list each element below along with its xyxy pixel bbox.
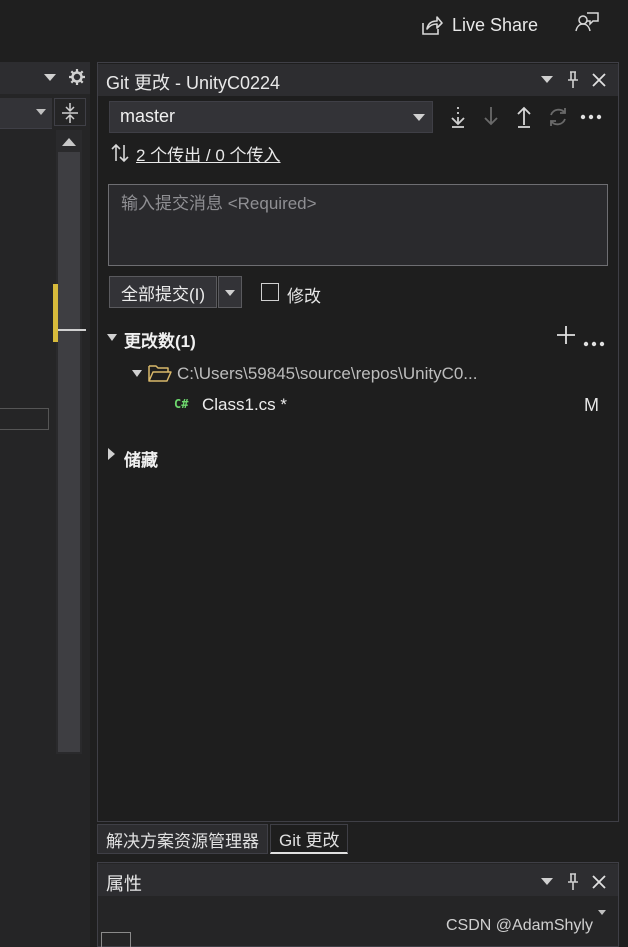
commit-options-dropdown[interactable] — [218, 276, 242, 308]
chevron-down-icon[interactable] — [44, 74, 56, 82]
scroll-change-marker — [53, 284, 58, 342]
tab-git-changes[interactable]: Git 更改 — [270, 824, 349, 854]
sync-button[interactable] — [545, 103, 571, 131]
properties-title: 属性 — [106, 874, 142, 894]
outgoing-incoming-icon — [111, 143, 129, 163]
csharp-file-icon: C# — [174, 397, 189, 411]
stashes-header[interactable]: 储藏 — [124, 446, 158, 471]
pin-button[interactable] — [563, 68, 583, 92]
close-button[interactable] — [589, 68, 609, 92]
more-icon — [580, 114, 602, 120]
scroll-up-icon[interactable] — [62, 137, 76, 146]
repo-folder-path[interactable]: C:\Users\59845\source\repos\UnityC0... — [177, 364, 477, 384]
pin-icon — [568, 71, 578, 88]
git-changes-panel — [97, 62, 619, 822]
properties-toolbar — [101, 932, 195, 947]
sync-status-link[interactable]: 2 个传出 / 0 个传入 — [136, 141, 281, 166]
chevron-down-icon — [413, 114, 425, 121]
pin-icon — [568, 873, 578, 890]
close-icon — [592, 73, 606, 87]
left-pane-dropdown[interactable] — [0, 98, 52, 129]
expand-changes-icon[interactable] — [107, 334, 117, 341]
expand-stashes-icon[interactable] — [108, 448, 115, 460]
panel-menu-button[interactable] — [538, 68, 556, 92]
plus-icon — [557, 326, 575, 344]
tool-window-tabs: 解决方案资源管理器 Git 更改 — [97, 824, 350, 854]
categorized-view-icon[interactable] — [101, 932, 131, 947]
more-icon — [583, 341, 605, 347]
pull-button[interactable] — [478, 103, 504, 131]
expand-folder-icon[interactable] — [132, 370, 142, 377]
changes-header[interactable]: 更改数(1) — [124, 327, 196, 352]
branch-name: master — [120, 106, 176, 126]
left-pane-field[interactable] — [0, 408, 49, 430]
watermark: CSDN @AdamShyly — [446, 917, 593, 934]
live-share-label: Live Share — [452, 14, 539, 35]
properties-menu-button[interactable] — [538, 870, 556, 894]
chevron-down-icon — [541, 76, 553, 83]
scroll-position-line — [58, 329, 86, 331]
pull-icon — [484, 107, 498, 126]
commit-message-input[interactable]: 输入提交消息 <Required> — [108, 184, 608, 266]
scroll-thumb[interactable] — [58, 152, 80, 752]
chevron-down-icon — [541, 878, 553, 885]
commit-all-button[interactable]: 全部提交(I) — [109, 276, 217, 308]
push-icon — [517, 106, 531, 128]
feedback-button[interactable] — [574, 10, 600, 36]
properties-close-button[interactable] — [589, 870, 609, 894]
properties-pin-button[interactable] — [563, 870, 583, 894]
folder-open-icon — [148, 365, 172, 382]
fetch-icon — [451, 107, 465, 128]
live-share-icon — [422, 16, 443, 35]
changed-file-name[interactable]: Class1.cs * — [202, 395, 287, 415]
fetch-button[interactable] — [445, 103, 471, 131]
feedback-icon — [575, 12, 599, 32]
alphabetical-view-icon[interactable] — [137, 932, 167, 947]
stage-all-button[interactable] — [556, 325, 576, 350]
file-status-badge: M — [584, 395, 599, 415]
chevron-down-icon[interactable] — [598, 910, 606, 916]
chevron-down-icon — [36, 109, 46, 115]
push-button[interactable] — [511, 103, 537, 131]
property-pages-icon[interactable] — [173, 932, 195, 947]
tab-solution-explorer[interactable]: 解决方案资源管理器 — [97, 824, 268, 854]
sync-status-row: 2 个传出 / 0 个传入 — [110, 141, 281, 165]
changes-more-button[interactable] — [583, 334, 605, 352]
close-icon — [592, 875, 606, 889]
left-pane-header — [0, 62, 90, 94]
amend-label: 修改 — [287, 287, 321, 306]
live-share-button[interactable]: Live Share — [420, 12, 538, 38]
split-icon — [62, 103, 78, 123]
amend-checkbox[interactable] — [261, 283, 279, 301]
more-button[interactable] — [578, 103, 604, 131]
sync-icon — [550, 108, 566, 126]
git-panel-title: Git 更改 - UnityC0224 — [106, 73, 281, 93]
gear-icon[interactable] — [68, 68, 86, 86]
split-button[interactable] — [54, 98, 86, 126]
